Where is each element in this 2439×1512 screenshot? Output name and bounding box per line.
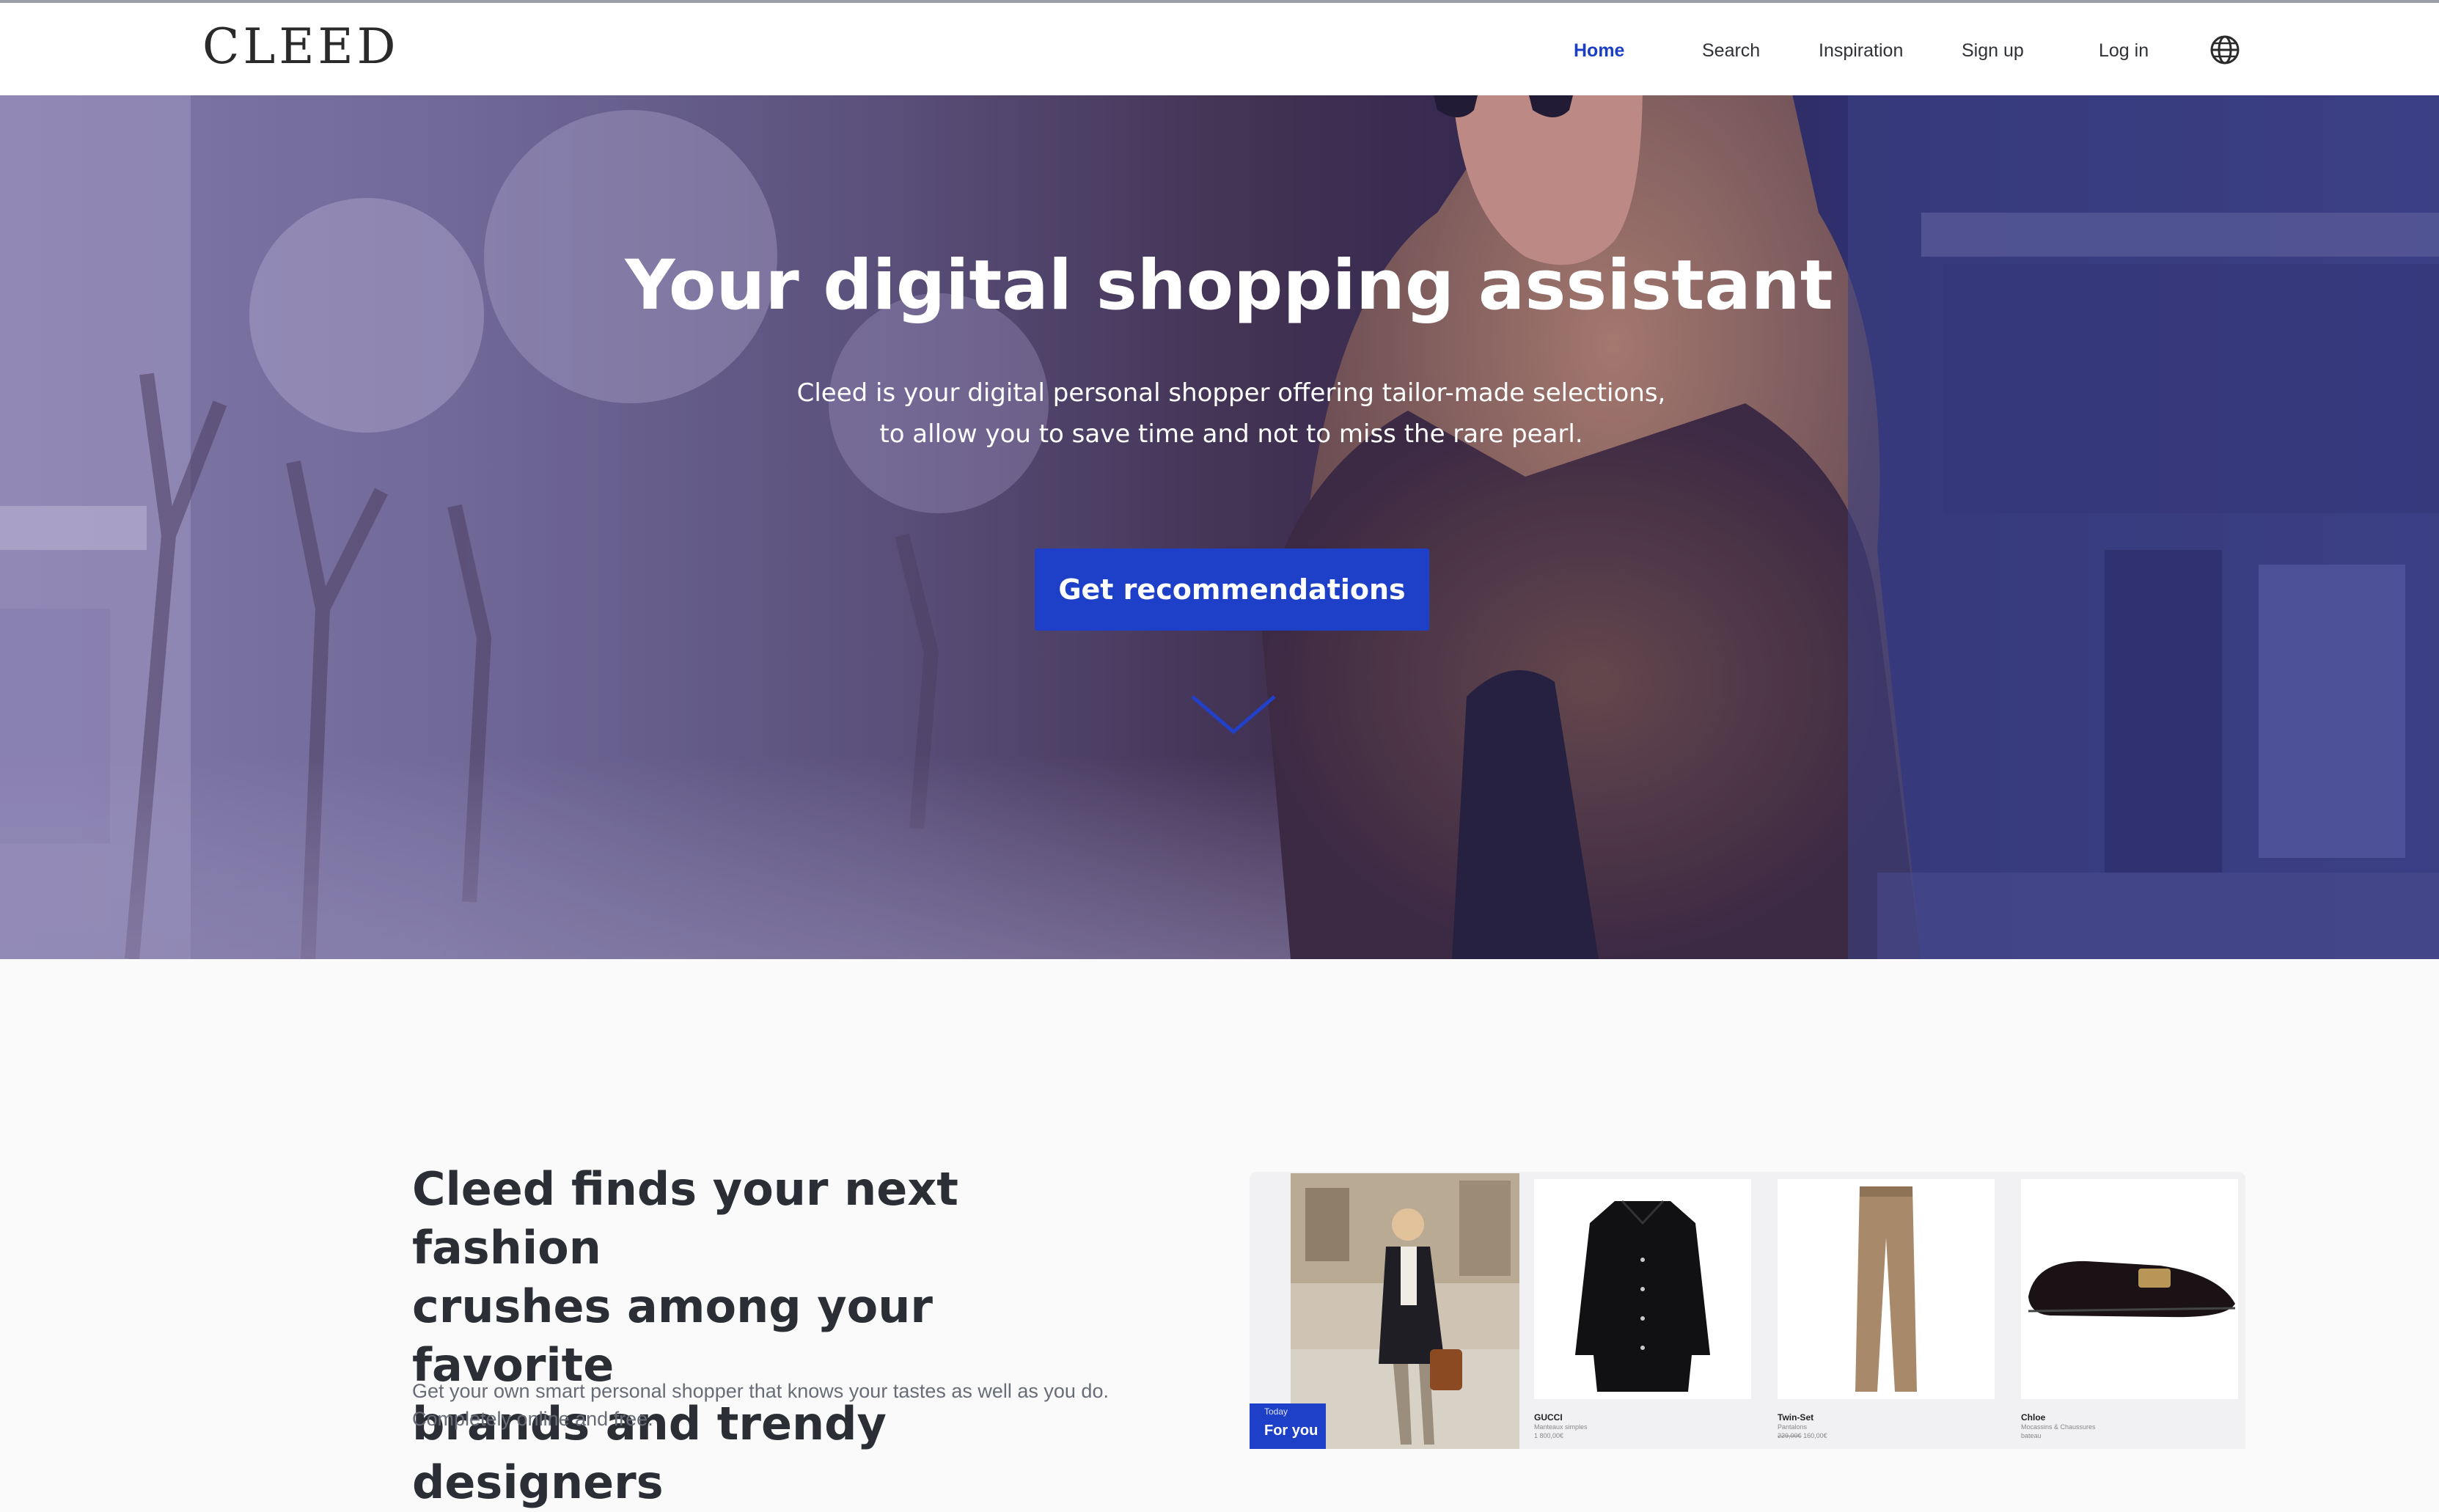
feature-description-line-2: Completely online and free. — [412, 1408, 653, 1430]
product-brand: Twin-Set — [1778, 1412, 1814, 1423]
product-category: Mocassins & Chaussures — [2021, 1423, 2096, 1431]
loafer-image — [2028, 1260, 2236, 1318]
nav-sign-up[interactable]: Sign up — [1962, 37, 2024, 65]
hero-subtitle: Cleed is your digital personal shopper o… — [0, 373, 2439, 455]
product-card-loafer[interactable]: Chloe Mocassins & Chaussures bateau — [2021, 1179, 2238, 1439]
product-category: Manteaux simples — [1534, 1423, 1588, 1431]
coat-image — [1575, 1200, 1710, 1392]
hero-background-image — [0, 95, 2439, 959]
product-card-coat[interactable]: GUCCI Manteaux simples 1 800,00€ — [1534, 1179, 1751, 1439]
product-brand: Chloe — [2021, 1412, 2046, 1423]
nav-home[interactable]: Home — [1574, 37, 1624, 65]
product-sale-price: 160,00€ — [1803, 1432, 1827, 1439]
for-you-badge[interactable]: Today For you — [1250, 1403, 1326, 1449]
chevron-down-icon[interactable] — [1189, 692, 1277, 736]
hero-section: Your digital shopping assistant Cleed is… — [0, 95, 2439, 959]
feature-title: Cleed finds your next fashion crushes am… — [412, 1160, 1145, 1512]
hero-subtitle-line-1: Cleed is your digital personal shopper o… — [796, 378, 1666, 408]
product-category-extra: bateau — [2021, 1432, 2042, 1439]
product-old-price: 229,00€ — [1778, 1432, 1802, 1439]
hero-subtitle-line-2: to allow you to save time and not to mis… — [879, 419, 1583, 449]
top-navigation: CLEED Home Search Inspiration Sign up Lo… — [0, 3, 2439, 95]
nav-log-in[interactable]: Log in — [2099, 37, 2149, 65]
nav-search[interactable]: Search — [1702, 37, 1760, 65]
app-showcase-preview: GUCCI Manteaux simples 1 800,00€ Twin-Se… — [1250, 1172, 2245, 1449]
trousers-image — [1855, 1186, 1917, 1392]
product-card-trousers[interactable]: Twin-Set Pantalons 229,00€ 160,00€ — [1778, 1179, 1995, 1439]
product-price: 1 800,00€ — [1534, 1432, 1564, 1439]
product-category: Pantalons — [1778, 1423, 1808, 1431]
product-brand: GUCCI — [1534, 1412, 1563, 1423]
feature-description-line-1: Get your own smart personal shopper that… — [412, 1380, 1109, 1402]
badge-today-label: Today — [1264, 1406, 1288, 1417]
get-recommendations-button[interactable]: Get recommendations — [1035, 548, 1429, 631]
badge-for-you-label: For you — [1264, 1423, 1318, 1439]
nav-inspiration[interactable]: Inspiration — [1819, 37, 1903, 65]
feature-title-line-1: Cleed finds your next fashion — [412, 1162, 958, 1274]
globe-icon[interactable] — [2209, 34, 2241, 66]
hero-title: Your digital shopping assistant — [625, 246, 1833, 326]
cleed-logo[interactable]: CLEED — [202, 19, 400, 75]
feature-description: Get your own smart personal shopper that… — [412, 1377, 1219, 1433]
product-price: 229,00€ 160,00€ — [1778, 1431, 1995, 1440]
